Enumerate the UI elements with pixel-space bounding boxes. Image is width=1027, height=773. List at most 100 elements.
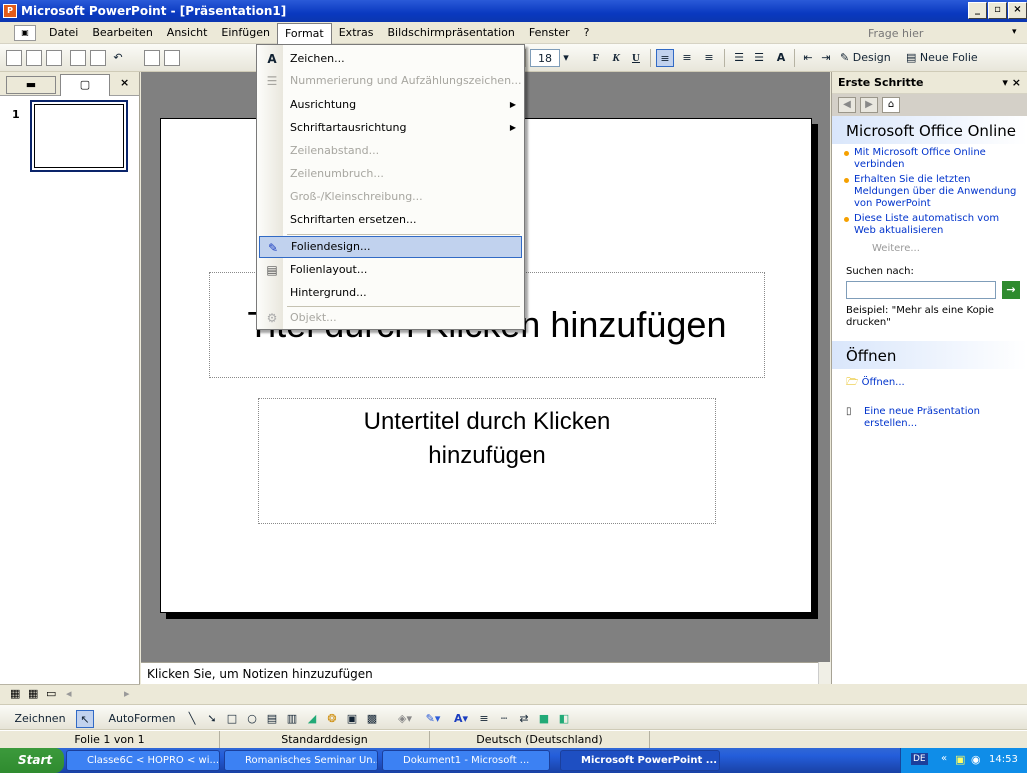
language-indicator[interactable]: DE <box>911 753 928 765</box>
line-icon[interactable]: ╲ <box>184 710 200 728</box>
menu-item-objekt[interactable]: ⚙ Objekt... <box>259 307 522 329</box>
normal-view-icon[interactable]: ▦ <box>10 687 20 700</box>
minimize-button[interactable]: _ <box>968 2 987 19</box>
subtitle-placeholder[interactable]: Untertitel durch Klicken hinzufügen <box>258 398 716 524</box>
menu-item-schriftartausrichtung[interactable]: Schriftartausrichtung ▶ <box>259 117 522 139</box>
menu-ansicht[interactable]: Ansicht <box>160 24 215 41</box>
menu-help[interactable]: ? <box>577 24 597 41</box>
align-right-icon[interactable]: ≡ <box>700 49 718 67</box>
menu-datei[interactable]: Datei <box>42 24 85 41</box>
chart-icon[interactable] <box>144 50 160 66</box>
copy-icon[interactable] <box>70 50 86 66</box>
link-latest-news[interactable]: Erhalten Sie die letzten Meldungen über … <box>832 171 1027 210</box>
bold-button[interactable]: F <box>588 49 604 67</box>
new-presentation-link[interactable]: ▯ Eine neue Präsentation erstellen... <box>832 392 1027 430</box>
italic-button[interactable]: K <box>608 49 624 67</box>
arrow-style-icon[interactable]: ⇄ <box>516 710 532 728</box>
select-pointer-icon[interactable]: ↖ <box>76 710 94 728</box>
design-button[interactable]: ✎ Design <box>840 49 900 67</box>
menu-item-schriftarten-ersetzen[interactable]: Schriftarten ersetzen... <box>259 209 522 231</box>
start-button[interactable]: Start <box>0 748 64 773</box>
numbering-icon[interactable]: ☰ <box>730 49 748 67</box>
menu-item-folienlayout[interactable]: ▤ Folienlayout... <box>259 259 522 281</box>
menu-item-gross-klein[interactable]: Groß-/Kleinschreibung... <box>259 186 522 208</box>
menu-extras[interactable]: Extras <box>332 24 381 41</box>
search-input[interactable] <box>846 281 996 299</box>
open-link[interactable]: 🗁 Öffnen... <box>832 369 1027 392</box>
slides-tab[interactable]: ▢ <box>60 74 110 96</box>
bullets-icon[interactable]: ☰ <box>750 49 768 67</box>
menu-item-zeilenumbruch[interactable]: Zeilenumbruch... <box>259 163 522 185</box>
image-icon[interactable]: ▩ <box>364 710 380 728</box>
taskbar-button-dokument[interactable]: Dokument1 - Microsoft ... <box>382 750 550 771</box>
search-go-button[interactable]: → <box>1002 281 1020 299</box>
home-icon[interactable]: ⌂ <box>882 97 900 113</box>
menu-format[interactable]: Format <box>276 22 332 44</box>
autoshapes-button[interactable]: AutoFormen ▾ <box>104 710 180 743</box>
network-icon[interactable]: ▣ <box>955 753 965 766</box>
open-icon[interactable] <box>26 50 42 66</box>
taskbar-button-powerpoint[interactable]: Microsoft PowerPoint ... <box>560 750 720 771</box>
underline-button[interactable]: U <box>628 49 644 67</box>
oval-icon[interactable]: ○ <box>244 710 260 728</box>
close-button[interactable]: × <box>1008 2 1027 19</box>
menu-item-foliendesign[interactable]: ✎ Foliendesign... <box>259 236 522 258</box>
rectangle-icon[interactable]: □ <box>224 710 240 728</box>
textbox-icon[interactable]: ▤ <box>264 710 280 728</box>
sorter-view-icon[interactable]: ▦ <box>28 687 38 700</box>
align-left-icon[interactable]: ≡ <box>656 49 674 67</box>
tray-expand-icon[interactable]: « <box>941 753 947 764</box>
help-search-input[interactable]: Frage hier eingeben <box>868 26 978 55</box>
vertical-scrollbar[interactable] <box>818 662 832 684</box>
slideshow-view-icon[interactable]: ▭ <box>46 687 56 700</box>
menu-bearbeiten[interactable]: Bearbeiten <box>85 24 159 41</box>
table-icon[interactable] <box>164 50 180 66</box>
font-size-select[interactable]: 18 <box>530 49 560 67</box>
undo-icon[interactable]: ↶ <box>110 49 126 67</box>
fill-color-icon[interactable]: ◈▾ <box>392 710 418 728</box>
taskbar-button-seminar[interactable]: Romanisches Seminar Un... <box>224 750 378 771</box>
line-color-icon[interactable]: ✎▾ <box>420 710 446 728</box>
powerpoint-app-icon[interactable]: P <box>3 4 17 18</box>
help-dropdown-icon[interactable]: ▾ <box>1012 27 1017 37</box>
picture-icon[interactable]: ▣ <box>344 710 360 728</box>
decrease-indent-icon[interactable]: ⇤ <box>800 49 816 67</box>
more-link[interactable]: Weitere... <box>832 237 1027 254</box>
menu-item-nummerierung[interactable]: ☰ Nummerierung und Aufzählungszeichen... <box>259 70 522 92</box>
new-document-icon[interactable] <box>6 50 22 66</box>
wordart-icon[interactable]: ▥ <box>284 710 300 728</box>
slide-thumbnail[interactable] <box>30 100 128 172</box>
forward-icon[interactable]: ▶ <box>860 97 878 113</box>
outline-tab[interactable]: ▬ <box>6 76 56 94</box>
task-pane-menu-icon[interactable]: ▾ × <box>1002 76 1021 89</box>
scroll-right-icon[interactable]: ▸ <box>124 687 130 700</box>
document-icon[interactable]: ▣ <box>14 24 36 41</box>
shadow-icon[interactable]: ■ <box>536 710 552 728</box>
scroll-left-icon[interactable]: ◂ <box>66 687 72 700</box>
menu-fenster[interactable]: Fenster <box>522 24 577 41</box>
diagram-icon[interactable]: ◢ <box>304 710 320 728</box>
link-connect-online[interactable]: Mit Microsoft Office Online verbinden <box>832 144 1027 171</box>
menu-einfuegen[interactable]: Einfügen <box>214 24 277 41</box>
menu-item-zeichen[interactable]: A Zeichen... <box>259 48 522 70</box>
notes-field[interactable]: Klicken Sie, um Notizen hinzuzufügen <box>141 662 818 684</box>
align-center-icon[interactable]: ≡ <box>678 49 696 67</box>
volume-icon[interactable]: ◉ <box>971 753 981 766</box>
paste-icon[interactable] <box>90 50 106 66</box>
menu-item-ausrichtung[interactable]: Ausrichtung ▶ <box>259 94 522 116</box>
increase-indent-icon[interactable]: ⇥ <box>818 49 834 67</box>
menu-item-hintergrund[interactable]: Hintergrund... <box>259 282 522 304</box>
font-color-icon[interactable]: A▾ <box>448 710 474 728</box>
taskbar-button-classe[interactable]: Classe6C < HOPRO < wi... <box>66 750 220 771</box>
back-icon[interactable]: ◀ <box>838 97 856 113</box>
draw-menu-button[interactable]: Zeichnen ▾ <box>10 710 70 743</box>
print-icon[interactable] <box>46 50 62 66</box>
line-style-icon[interactable]: ≡ <box>476 710 492 728</box>
font-size-dropdown-icon[interactable]: ▾ <box>560 49 572 67</box>
link-auto-update[interactable]: Diese Liste automatisch vom Web aktualis… <box>832 210 1027 237</box>
menu-bildschirmpraesentation[interactable]: Bildschirmpräsentation <box>381 24 522 41</box>
new-slide-button[interactable]: ▤ Neue Folie <box>906 49 982 67</box>
clipart-icon[interactable]: ❂ <box>324 710 340 728</box>
arrow-icon[interactable]: ➘ <box>204 710 220 728</box>
dash-style-icon[interactable]: ┄ <box>496 710 512 728</box>
